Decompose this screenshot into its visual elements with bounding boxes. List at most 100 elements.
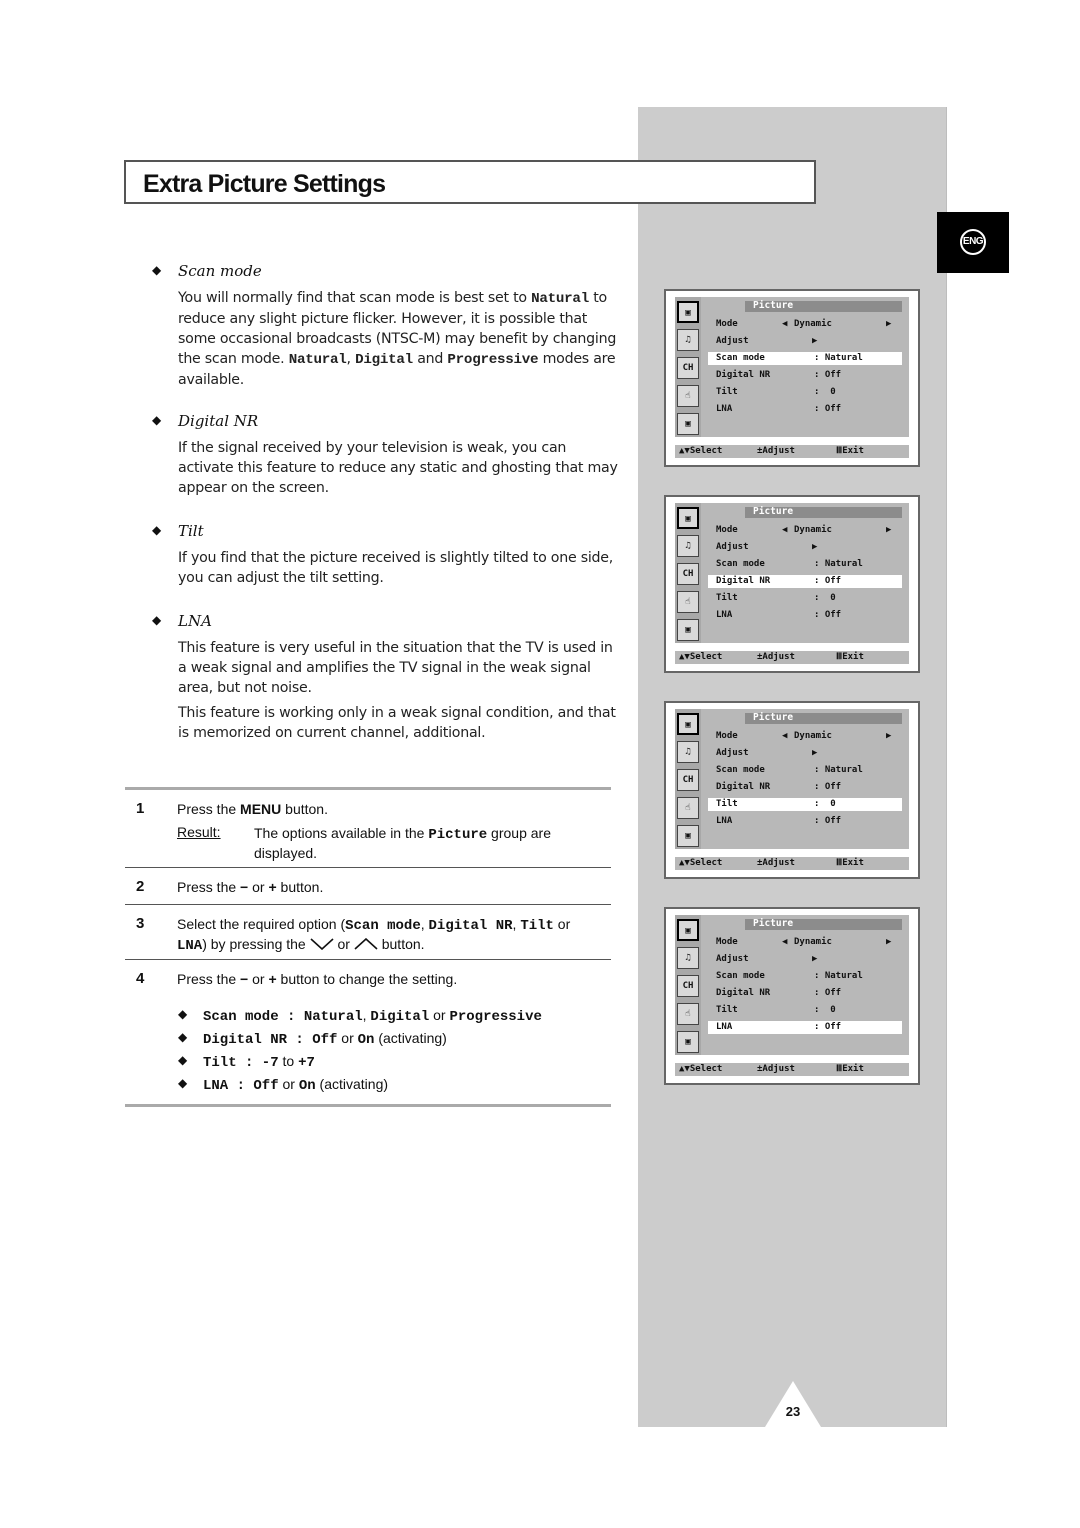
text-run: , [346,351,356,367]
menu-row-label: Digital NR [716,988,771,998]
picture-icon: ▣ [677,919,699,941]
footer-exit: ⅢExit [836,1064,864,1074]
arrow-right-icon: ▶ [886,937,892,947]
arrow-right-icon: ▶ [812,542,818,552]
menu-row-label: Digital NR [716,370,771,380]
menu-row: Mode ◀ Dynamic ▶ [708,524,902,537]
menu-screenshot: ▣ ♫ CH ☝ ▣ Picture Mode ◀ Dynamic ▶ Adjust ▶ Scan mo… [664,495,920,673]
language-badge-label: ENG [960,229,986,255]
code-term: Scan mode [345,918,421,934]
channel-icon: CH [677,357,699,379]
code-term: Natural [288,352,347,368]
diamond-bullet-icon: ◆ [178,1076,188,1090]
menu-row: Mode ◀ Dynamic ▶ [708,318,902,331]
page-number: 23 [785,1404,801,1419]
chevron-up-icon [354,936,378,954]
option-text: Tilt : -7 to +7 [203,1053,315,1071]
menu-row-value: Dynamic [794,319,832,329]
menu-header-label: Picture [753,300,794,311]
text-run: or [429,1007,450,1023]
menu-row: Tilt: 0 [708,798,902,811]
menu-row-label: Scan mode [716,353,765,363]
code-term: Progressive [449,1009,542,1025]
text-run: This feature is very useful in the situa… [178,640,613,696]
menu-row: Scan mode : Natural [708,352,902,365]
menu-row: Tilt: 0 [708,1004,902,1017]
menu-row-value: : Off [814,576,842,586]
code-term: Digital [355,352,413,368]
text-run: − [240,879,249,895]
feature-section: ◆ Scan mode You will normally find that sc… [152,262,618,390]
language-badge: ENG [937,212,1009,273]
code-term: LNA : Off [203,1078,279,1094]
diamond-bullet-icon: ◆ [152,523,162,537]
menu-row-label: Scan mode [716,765,765,775]
section-paragraph: You will normally find that scan mode is… [178,288,618,390]
menu-row-label: Digital NR [716,782,771,792]
feature-section: ◆ Digital NR If the signal received by you… [152,412,618,498]
section-heading-label: Digital NR [178,412,259,430]
page-title: Extra Picture Settings [143,170,386,198]
section-heading: ◆ Digital NR [152,412,618,434]
arrow-left-icon: ◀ [782,525,788,535]
footer-adjust: ±Adjust [757,446,795,456]
diamond-bullet-icon: ◆ [178,1053,188,1067]
picture-icon: ▣ [677,713,699,735]
channel-icon: CH [677,975,699,997]
menu-row: Adjust ▶ [708,747,902,760]
menu-row: Digital NR: Off [708,575,902,588]
menu-header-label: Picture [753,918,794,929]
menu-row-value: : Natural [814,353,863,363]
code-term: Digital NR : Off [203,1032,338,1048]
menu-row-label: LNA [716,610,733,620]
text-run: If the signal received by your televisio… [178,440,618,496]
menu-row-value: Dynamic [794,731,832,741]
menu-icon-column: ▣ ♫ CH ☝ ▣ [675,915,701,1055]
menu-row-value: : Off [814,988,842,998]
arrow-left-icon: ◀ [782,937,788,947]
menu-row-value: Dynamic [794,525,832,535]
diamond-bullet-icon: ◆ [178,1007,188,1021]
footer-adjust: ±Adjust [757,1064,795,1074]
menu-row: Scan mode: Natural [708,558,902,571]
code-term: Tilt [520,918,554,934]
menu-row: Mode ◀ Dynamic ▶ [708,936,902,949]
code-term: Digital NR [428,918,513,934]
menu-row-label: Adjust [716,748,749,758]
footer-exit: ⅢExit [836,858,864,868]
section-paragraph: If you find that the picture received is… [178,548,618,588]
section-paragraph: If the signal received by your televisio… [178,438,618,498]
text-run: (activating) [374,1030,447,1046]
arrow-right-icon: ▶ [886,319,892,329]
code-term: On [298,1078,316,1094]
menu-row-value: : 0 [814,1005,836,1015]
menu-row: Tilt: 0 [708,592,902,605]
menu-row-label: Tilt [716,799,738,809]
arrow-right-icon: ▶ [886,731,892,741]
divider [125,904,611,905]
menu-screenshot: ▣ ♫ CH ☝ ▣ Picture Mode ◀ Dynamic ▶ Adjust ▶ Scan mo… [664,289,920,467]
footer-exit: ⅢExit [836,652,864,662]
menu-row-value: : 0 [814,387,836,397]
menu-header-label: Picture [753,506,794,517]
menu-row-label: Adjust [716,954,749,964]
menu-row: Mode ◀ Dynamic ▶ [708,730,902,743]
text-run: or [248,879,269,895]
menu-row-label: Adjust [716,336,749,346]
footer-adjust: ±Adjust [757,858,795,868]
code-term: On [357,1032,375,1048]
step-number: 4 [136,970,145,987]
code-term: Progressive [447,352,539,368]
code-term: Scan mode : Natural [203,1009,363,1025]
menu-footer: ▲▼Select ±Adjust ⅢExit [675,1063,909,1076]
input-icon: ▣ [677,413,699,435]
option-text: LNA : Off or On (activating) [203,1076,388,1094]
menu-header: Picture [745,918,902,930]
text-run: button. [276,879,324,895]
arrow-left-icon: ◀ [782,319,788,329]
menu-row-label: Scan mode [716,971,765,981]
menu-row-value: : Off [814,370,842,380]
text-run: ) by pressing the [202,936,310,952]
menu-row-label: Tilt [716,387,738,397]
text-run: The options available in the [254,825,429,841]
